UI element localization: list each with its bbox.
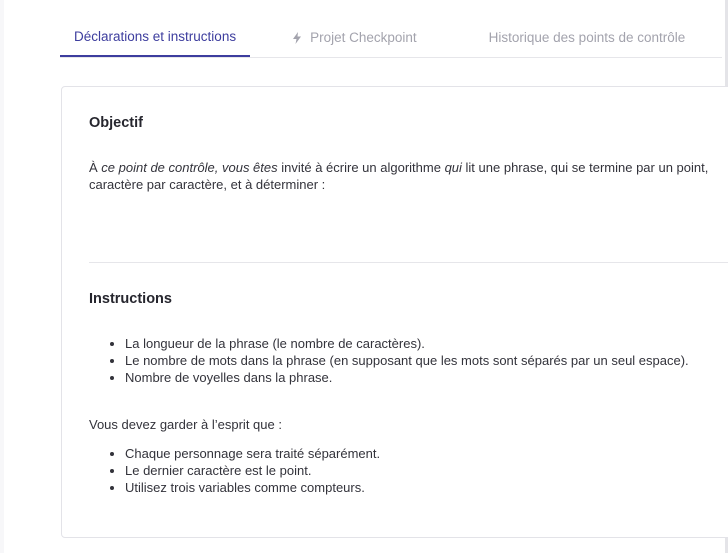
objectif-text-italic: ce point de contrôle, vous êtes: [101, 160, 278, 175]
tab-projet-checkpoint[interactable]: Projet Checkpoint: [278, 30, 431, 57]
tab-declarations-instructions[interactable]: Déclarations et instructions: [60, 29, 251, 57]
objectif-text-part: À: [89, 160, 102, 175]
list-item: Le nombre de mots dans la phrase (en sup…: [125, 352, 725, 369]
list-item: Le dernier caractère est le point.: [125, 462, 725, 479]
list-item: Nombre de voyelles dans la phrase.: [125, 369, 725, 386]
tab-historique[interactable]: Historique des points de contrôle: [475, 30, 700, 57]
objectif-title: Objectif: [89, 115, 143, 131]
objectif-text-italic: qui: [444, 160, 462, 175]
tab-bar: Déclarations et instructions Projet Chec…: [60, 0, 722, 58]
list-item: Utilisez trois variables comme compteurs…: [125, 479, 725, 496]
instructions-title: Instructions: [89, 291, 172, 307]
content-card: Objectif À ce point de contrôle, vous êt…: [61, 86, 728, 538]
tab-label: Déclarations et instructions: [74, 29, 237, 44]
objectif-text-part: invité à écrire un algorithme: [277, 160, 445, 175]
reminder-list: Chaque personnage sera traité séparément…: [89, 445, 725, 496]
objectif-text: À ce point de contrôle, vous êtes invité…: [89, 159, 714, 193]
tab-label: Historique des points de contrôle: [488, 30, 686, 45]
list-item: Chaque personnage sera traité séparément…: [125, 445, 725, 462]
section-divider: [89, 262, 728, 263]
tab-label: Projet Checkpoint: [310, 30, 417, 45]
list-item: La longueur de la phrase (le nombre de c…: [125, 335, 725, 352]
lightning-icon: [293, 31, 302, 44]
instructions-list: La longueur de la phrase (le nombre de c…: [89, 335, 725, 386]
instructions-note: Vous devez garder à l’esprit que :: [89, 417, 282, 432]
